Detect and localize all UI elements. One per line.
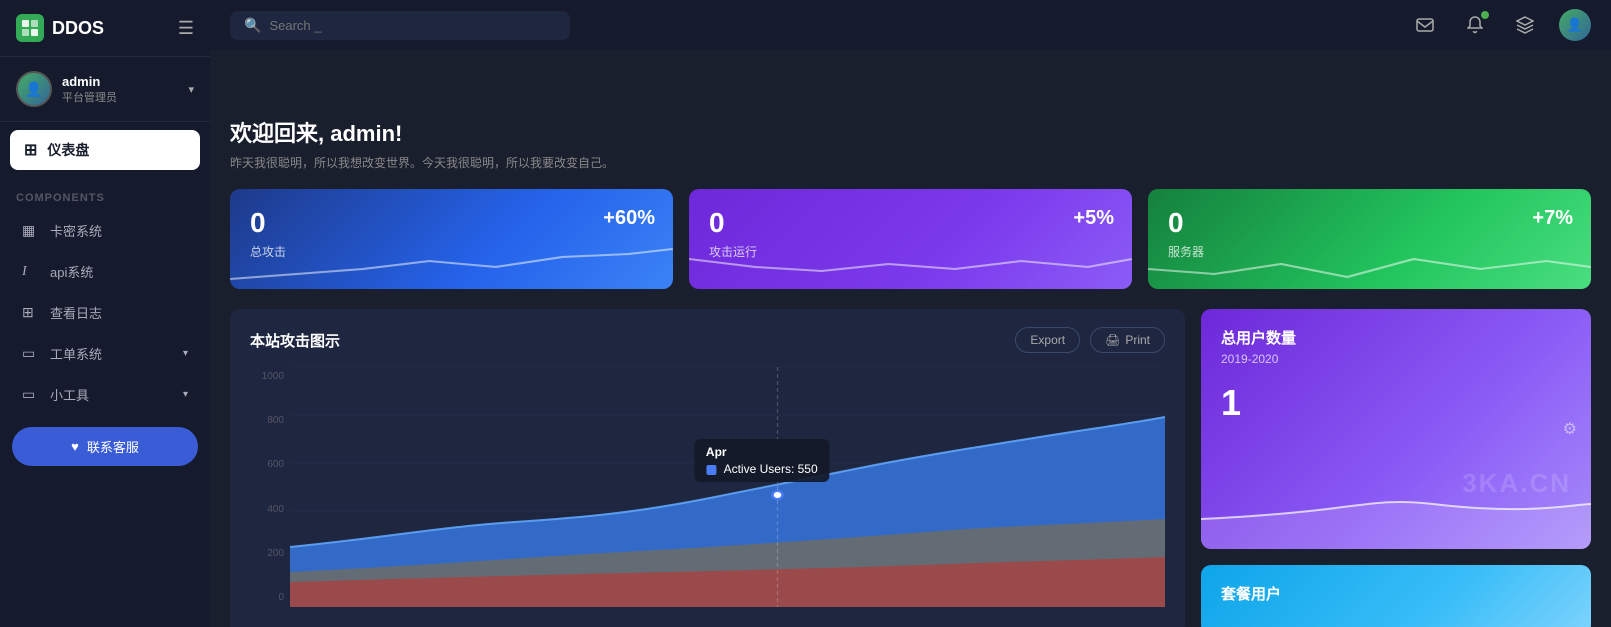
- servers-percent: +7%: [1532, 207, 1573, 230]
- total-attack-value: 0: [250, 207, 653, 239]
- user-info: admin 平台管理员: [62, 74, 178, 105]
- dashboard-nav: ⊞ 仪表盘: [0, 122, 210, 178]
- nav-dashboard[interactable]: ⊞ 仪表盘: [10, 130, 200, 170]
- nav-item-ticket-system[interactable]: ▭ 工单系统 ▾: [6, 334, 204, 373]
- avatar: 👤: [16, 71, 52, 107]
- nav-item-label: 小工具: [50, 385, 89, 404]
- nav-item-tools[interactable]: ▭ 小工具 ▾: [6, 375, 204, 414]
- user-count-value: 1: [1221, 382, 1571, 424]
- ticket-arrow-icon: ▾: [183, 348, 188, 359]
- ticket-system-icon: ▭: [22, 345, 40, 362]
- running-attack-percent: +5%: [1073, 207, 1114, 230]
- topbar-avatar[interactable]: 👤: [1559, 9, 1591, 41]
- printer-icon: 🖨: [1105, 333, 1120, 347]
- servers-value: 0: [1168, 207, 1571, 239]
- logo-icon: [16, 14, 44, 42]
- y-label-200: 200: [250, 548, 290, 559]
- running-attack-sparkline: [689, 239, 1132, 289]
- print-label: Print: [1125, 333, 1150, 347]
- y-label-1000: 1000: [250, 371, 290, 382]
- topbar: 🔍 👤: [210, 0, 1611, 50]
- welcome-subtitle: 昨天我很聪明，所以我想改变世界。今天我很聪明，所以我要改变自己。: [230, 154, 1591, 171]
- nav-dashboard-label: 仪表盘: [47, 140, 89, 160]
- main-area: 🔍 👤 欢迎回来, admin! 昨天我很聪明，所以我想改变世界。今天我很聪明，…: [210, 0, 1611, 627]
- print-button[interactable]: 🖨 Print: [1090, 327, 1165, 353]
- content-area: 欢迎回来, admin! 昨天我很聪明，所以我想改变世界。今天我很聪明，所以我要…: [210, 100, 1611, 627]
- y-axis: 0 200 400 600 800 1000: [250, 367, 290, 607]
- y-label-600: 600: [250, 459, 290, 470]
- running-attack-value: 0: [709, 207, 1112, 239]
- nav-item-label: 查看日志: [50, 303, 102, 322]
- mail-icon[interactable]: [1409, 9, 1441, 41]
- contact-button[interactable]: ♥ 联系客服: [12, 427, 198, 466]
- chart-title: 本站攻击图示: [250, 330, 340, 351]
- bottom-row: 本站攻击图示 Export 🖨 Print 0: [230, 309, 1591, 627]
- export-button[interactable]: Export: [1015, 327, 1080, 353]
- chart-actions: Export 🖨 Print: [1015, 327, 1165, 353]
- package-title: 套餐用户: [1221, 583, 1571, 604]
- sidebar: DDOS ☰ 👤 admin 平台管理员 ▾ ⊞ 仪表盘 COMPONENTS …: [0, 0, 210, 627]
- user-count-title: 总用户数量: [1221, 327, 1571, 348]
- layers-icon[interactable]: [1509, 9, 1541, 41]
- area-chart: 0 200 400 600 800 1000 Apr Active Users:: [250, 367, 1165, 607]
- logo-area: DDOS ☰: [0, 0, 210, 57]
- nav-item-label: api系统: [50, 262, 93, 281]
- user-count-panel: 总用户数量 2019-2020 1 3KA.CN ⚙: [1201, 309, 1591, 549]
- tools-arrow-icon: ▾: [183, 389, 188, 400]
- logo-text: DDOS: [16, 14, 104, 42]
- y-label-400: 400: [250, 504, 290, 515]
- package-panel: 套餐用户: [1201, 565, 1591, 627]
- user-role: 平台管理员: [62, 89, 178, 105]
- stat-card-servers: 0 服务器 +7%: [1148, 189, 1591, 289]
- user-dropdown-arrow[interactable]: ▾: [188, 83, 194, 96]
- user-count-subtitle: 2019-2020: [1221, 352, 1571, 366]
- api-system-icon: I: [22, 264, 40, 280]
- user-sparkline: [1201, 469, 1591, 549]
- dashboard-icon: ⊞: [24, 140, 37, 160]
- stat-cards: 0 总攻击 +60% 0 攻击运行 +5%: [230, 189, 1591, 289]
- view-logs-icon: ⊞: [22, 304, 40, 321]
- nav-item-label: 卡密系统: [50, 221, 102, 240]
- chart-svg-area: [290, 367, 1165, 607]
- right-panels: 总用户数量 2019-2020 1 3KA.CN ⚙ 套餐用户: [1201, 309, 1591, 627]
- stat-card-running-attack: 0 攻击运行 +5%: [689, 189, 1132, 289]
- search-box[interactable]: 🔍: [230, 11, 570, 40]
- attack-chart-panel: 本站攻击图示 Export 🖨 Print 0: [230, 309, 1185, 627]
- total-attack-percent: +60%: [603, 207, 655, 230]
- logo-label: DDOS: [52, 18, 104, 39]
- settings-icon[interactable]: ⚙: [1563, 419, 1577, 439]
- chart-panel-header: 本站攻击图示 Export 🖨 Print: [250, 327, 1165, 353]
- user-name: admin: [62, 74, 178, 89]
- bell-icon[interactable]: [1459, 9, 1491, 41]
- nav-item-card-system[interactable]: ▦ 卡密系统: [6, 211, 204, 250]
- nav-item-api-system[interactable]: I api系统: [6, 252, 204, 291]
- y-label-800: 800: [250, 415, 290, 426]
- tools-icon: ▭: [22, 386, 40, 403]
- notification-badge: [1481, 11, 1489, 19]
- topbar-icons: 👤: [1409, 9, 1591, 41]
- export-label: Export: [1030, 333, 1065, 347]
- search-input[interactable]: [269, 18, 556, 33]
- nav-item-view-logs[interactable]: ⊞ 查看日志: [6, 293, 204, 332]
- search-icon: 🔍: [244, 17, 261, 34]
- card-system-icon: ▦: [22, 222, 40, 239]
- heart-icon: ♥: [71, 439, 79, 454]
- components-label: COMPONENTS: [0, 178, 210, 210]
- y-label-0: 0: [250, 592, 290, 603]
- stat-card-total-attack: 0 总攻击 +60%: [230, 189, 673, 289]
- nav-item-label: 工单系统: [50, 344, 102, 363]
- total-attack-sparkline: [230, 239, 673, 289]
- welcome-title: 欢迎回来, admin!: [230, 116, 1591, 148]
- hamburger-button[interactable]: ☰: [178, 18, 194, 39]
- user-area: 👤 admin 平台管理员 ▾: [0, 57, 210, 122]
- servers-sparkline: [1148, 239, 1591, 289]
- contact-label: 联系客服: [87, 437, 139, 456]
